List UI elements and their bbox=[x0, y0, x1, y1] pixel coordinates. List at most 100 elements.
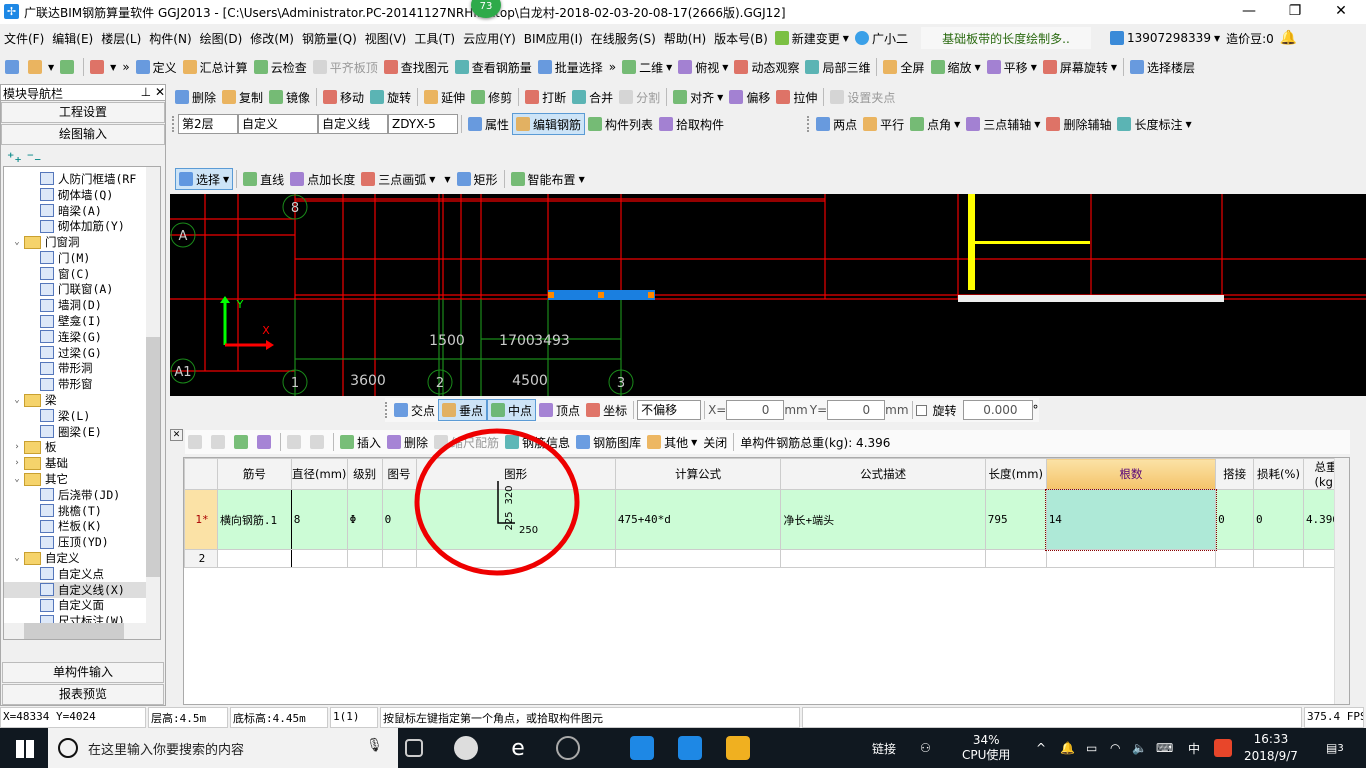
table-cell[interactable]: 8 bbox=[290, 489, 348, 550]
batch-select-button[interactable]: 批量选择 bbox=[535, 56, 606, 78]
point-angle-button[interactable]: 点角 ▼ bbox=[907, 113, 963, 135]
show-hidden-icon[interactable]: ^ bbox=[1036, 728, 1046, 768]
cursor-button[interactable]: 选择 ▼ bbox=[175, 168, 234, 190]
toolbar-item-button[interactable]: 单构件钢筋总重(kg): 4.396 bbox=[737, 431, 893, 453]
type-select[interactable]: 自定义 bbox=[238, 114, 318, 134]
component-list-button[interactable]: 构件列表 bbox=[585, 113, 656, 135]
tree-item[interactable]: 自定义点 bbox=[4, 566, 148, 582]
chevron-down-icon[interactable]: ⌄ bbox=[10, 553, 24, 563]
chevron-down-icon[interactable]: ▼ bbox=[717, 93, 723, 102]
tree-item[interactable]: 砌体墙(Q) bbox=[4, 187, 148, 203]
toolbar-item-button[interactable]: 关闭 bbox=[700, 431, 730, 453]
tree-item[interactable]: 带形洞 bbox=[4, 361, 148, 377]
menu-item[interactable]: BIM应用(I) bbox=[520, 30, 587, 47]
perpendicular-button[interactable]: 垂点 bbox=[438, 399, 488, 421]
table-row[interactable]: 2 bbox=[184, 549, 1350, 568]
tree-item[interactable]: 壁龛(I) bbox=[4, 313, 148, 329]
table-cell[interactable] bbox=[1253, 549, 1304, 568]
table-cell[interactable]: 795 bbox=[984, 489, 1047, 550]
chevron-down-icon[interactable]: ▼ bbox=[1034, 120, 1040, 129]
last-button[interactable] bbox=[254, 431, 277, 453]
toolbar-item-button[interactable]: ▼ bbox=[438, 168, 453, 190]
menu-item[interactable]: 构件(N) bbox=[145, 30, 195, 47]
chevron-down-icon[interactable]: ▼ bbox=[48, 63, 54, 72]
binoculars-button[interactable]: 查找图元 bbox=[381, 56, 452, 78]
menu-item[interactable]: 文件(F) bbox=[0, 30, 48, 47]
glasses-button[interactable]: 查看钢筋量 bbox=[452, 56, 535, 78]
action-center-icon[interactable]: ▤ 3 bbox=[1326, 728, 1344, 768]
chevron-down-icon[interactable]: ▼ bbox=[429, 175, 435, 184]
collapse-all-icon[interactable]: ⁻₋ bbox=[27, 150, 42, 166]
table-cell[interactable]: 2 bbox=[184, 549, 218, 568]
table-cell[interactable]: Φ bbox=[346, 489, 383, 550]
extend-button[interactable]: 延伸 bbox=[421, 86, 468, 108]
chevron-down-icon[interactable]: ▼ bbox=[954, 120, 960, 129]
zoom-button[interactable]: 缩放 ▼ bbox=[928, 56, 984, 78]
task-view-icon[interactable] bbox=[405, 739, 423, 757]
tree-item[interactable]: 砌体加筋(Y) bbox=[4, 218, 148, 234]
table-cell[interactable]: 14 bbox=[1045, 488, 1217, 551]
fullscreen-button[interactable]: 全屏 bbox=[880, 56, 927, 78]
assistant-button[interactable]: 广小二 bbox=[852, 27, 911, 49]
smart-layout-button[interactable]: 智能布置 ▼ bbox=[508, 168, 588, 190]
table-cell[interactable]: 475+40*d bbox=[614, 489, 782, 550]
people-icon[interactable]: ⚇ bbox=[920, 728, 931, 768]
tree-vscrollbar[interactable] bbox=[146, 167, 160, 625]
chevron-down-icon[interactable]: ▼ bbox=[666, 63, 672, 72]
tree-folder[interactable]: › 板 bbox=[4, 440, 148, 456]
tree-item[interactable]: 门(M) bbox=[4, 250, 148, 266]
tree-item[interactable]: 自定义面 bbox=[4, 598, 148, 614]
tree-item[interactable]: 门联窗(A) bbox=[4, 282, 148, 298]
tree-item[interactable]: 圈梁(E) bbox=[4, 424, 148, 440]
cloud-check-button[interactable]: 云检查 bbox=[251, 56, 310, 78]
tree-item[interactable]: 压顶(YD) bbox=[4, 534, 148, 550]
local-3d-button[interactable]: 局部三维 bbox=[802, 56, 873, 78]
define-button[interactable]: 定义 bbox=[133, 56, 180, 78]
rotate-button[interactable]: 旋转 bbox=[367, 86, 414, 108]
link-toolbar[interactable]: 链接 bbox=[872, 728, 896, 768]
2d-button[interactable]: 二维 ▼ bbox=[619, 56, 675, 78]
cad-canvas[interactable]: 8 A A1 1 2 3 3600 4500 1500 1700 3493 Y … bbox=[170, 194, 1366, 396]
x-input[interactable]: 0 bbox=[726, 400, 785, 420]
tree-item[interactable]: 过梁(G) bbox=[4, 345, 148, 361]
pan-button[interactable]: 平移 ▼ bbox=[984, 56, 1040, 78]
up-button[interactable] bbox=[284, 431, 307, 453]
tree-hscrollbar[interactable] bbox=[4, 623, 160, 639]
prev-button[interactable] bbox=[208, 431, 231, 453]
vertex-button[interactable]: 顶点 bbox=[536, 399, 583, 421]
move-button[interactable]: 移动 bbox=[320, 86, 367, 108]
table-cell[interactable]: 0 bbox=[1253, 489, 1304, 550]
menu-item[interactable]: 在线服务(S) bbox=[587, 30, 660, 47]
notepad-app-icon[interactable] bbox=[726, 736, 750, 760]
open-folder-button[interactable]: ▼ bbox=[25, 56, 57, 78]
fan-app-icon[interactable] bbox=[454, 736, 478, 760]
menu-item[interactable]: 版本号(B) bbox=[710, 30, 772, 47]
table-vscrollbar[interactable] bbox=[1334, 458, 1349, 704]
column-header[interactable] bbox=[184, 458, 218, 490]
y-input[interactable]: 0 bbox=[827, 400, 886, 420]
table-cell[interactable] bbox=[1045, 549, 1217, 568]
first-button[interactable] bbox=[185, 431, 208, 453]
table-cell[interactable] bbox=[290, 549, 348, 568]
app-swirl-icon[interactable] bbox=[556, 736, 580, 760]
table-cell[interactable] bbox=[346, 549, 383, 568]
column-header[interactable]: 直径(mm) bbox=[290, 458, 348, 490]
toolbar-item-button[interactable]: » bbox=[606, 56, 619, 78]
windows-start-icon[interactable] bbox=[16, 740, 34, 758]
tree-item[interactable]: 暗梁(A) bbox=[4, 203, 148, 219]
column-header[interactable]: 计算公式 bbox=[614, 458, 782, 490]
delete-axis-button[interactable]: 删除辅轴 bbox=[1043, 113, 1114, 135]
delete-button[interactable]: 删除 bbox=[172, 86, 219, 108]
chevron-down-icon[interactable]: ▼ bbox=[1031, 63, 1037, 72]
tree-item[interactable]: 窗(C) bbox=[4, 266, 148, 282]
minimize-button[interactable]: — bbox=[1226, 0, 1272, 24]
parallel-button[interactable]: 平行 bbox=[860, 113, 907, 135]
save-button[interactable] bbox=[57, 56, 80, 78]
column-header[interactable]: 根数 bbox=[1045, 458, 1217, 490]
menu-item[interactable]: 视图(V) bbox=[361, 30, 411, 47]
tree-item[interactable]: 墙洞(D) bbox=[4, 297, 148, 313]
table-cell[interactable] bbox=[780, 549, 986, 568]
chevron-down-icon[interactable]: ▼ bbox=[579, 175, 585, 184]
insert-button[interactable]: 插入 bbox=[337, 431, 384, 453]
point-length-button[interactable]: 点加长度 bbox=[287, 168, 358, 190]
